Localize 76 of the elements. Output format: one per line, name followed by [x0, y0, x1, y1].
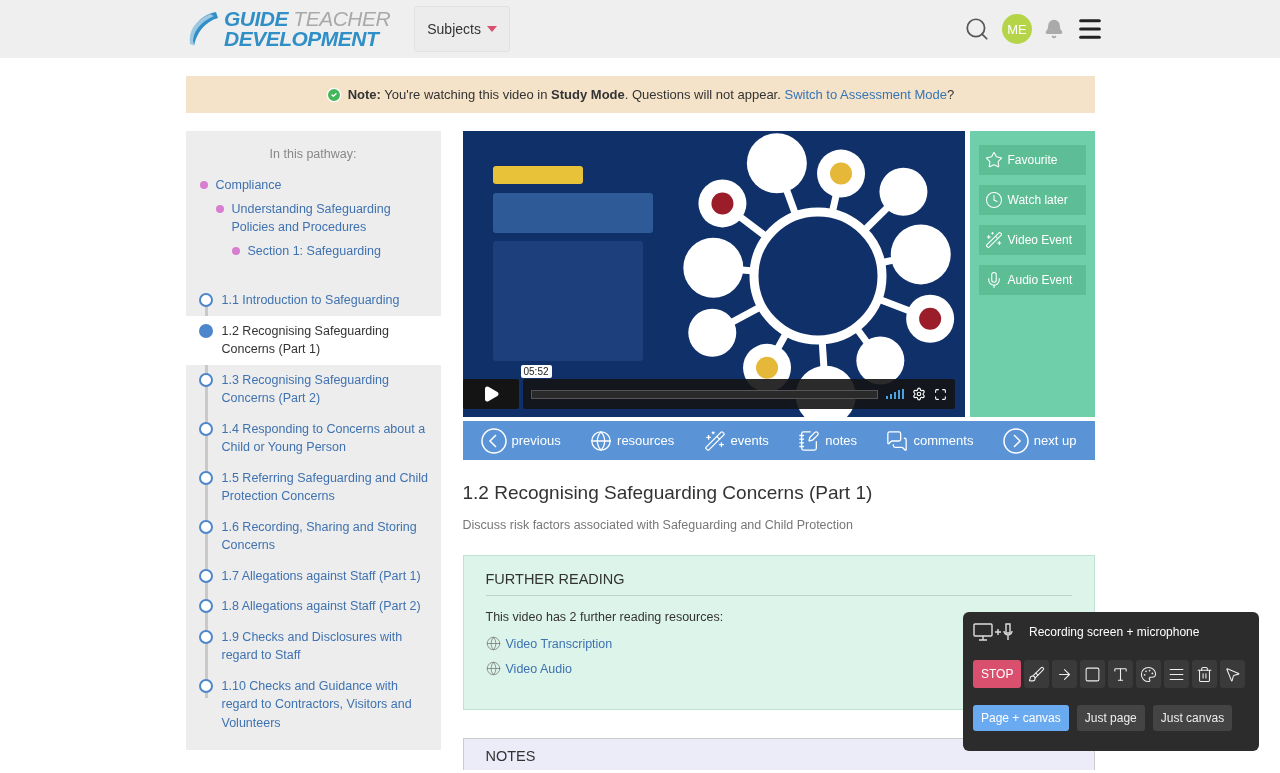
bullet-icon: [231, 247, 240, 255]
text-icon: [1112, 665, 1130, 683]
settings-icon[interactable]: [911, 387, 926, 401]
breadcrumb-link[interactable]: Section 1: Safeguarding: [247, 242, 408, 260]
video-action-button[interactable]: Video Event: [978, 225, 1086, 255]
lesson-link[interactable]: 1.8 Allegations against Staff (Part 2): [221, 597, 421, 616]
check-icon: [325, 86, 342, 103]
lesson-link[interactable]: 1.10 Checks and Guidance with regard to Contractors, Visitors and Volunteers: [221, 676, 429, 732]
recording-status: Recording screen + microphone: [1029, 625, 1200, 639]
capture-mode-button[interactable]: Page + canvas: [973, 705, 1069, 731]
video-nav-link[interactable]: next up: [1002, 427, 1077, 454]
arrow-tool-button[interactable]: [1052, 660, 1078, 688]
resource-link[interactable]: Video Audio: [485, 661, 572, 676]
stop-button[interactable]: STOP: [973, 660, 1022, 688]
capture-mode-button[interactable]: Just canvas: [1152, 705, 1233, 731]
brush-tool-button[interactable]: [1024, 660, 1050, 688]
wand-icon: [703, 429, 726, 452]
text-tool-button[interactable]: [1108, 660, 1134, 688]
progress-bar[interactable]: [530, 389, 878, 399]
lesson-link[interactable]: 1.3 Recognising Safeguarding Concerns (Part 2): [221, 370, 429, 408]
lesson-description: Discuss risk factors associated with Safeguarding and Child Protection: [462, 518, 854, 532]
globe-icon: [485, 636, 501, 651]
assessment-mode-link[interactable]: Switch to Assessment Mode: [784, 87, 948, 102]
lesson-link[interactable]: 1.7 Allegations against Staff (Part 1): [221, 566, 421, 585]
wand-icon: [984, 231, 1003, 249]
subjects-menu-button[interactable]: Subjects: [414, 6, 510, 52]
video-nav-link[interactable]: previous: [480, 427, 561, 454]
lesson-link[interactable]: 1.5 Referring Safeguarding and Child Protection Concerns: [221, 468, 429, 506]
lesson-link[interactable]: 1.9 Checks and Disclosures with regard to Staff: [221, 627, 429, 665]
breadcrumb-link[interactable]: Understanding Safeguarding Policies and Procedures: [231, 200, 392, 236]
bullet-icon: [215, 205, 224, 213]
video-time: 05:52: [520, 365, 552, 378]
logo-text[interactable]: GUIDE TEACHER DEVELOPMENT: [224, 9, 391, 49]
video-nav-link[interactable]: resources: [590, 429, 675, 452]
pointer-tool-button[interactable]: [1220, 660, 1246, 688]
globe-icon: [590, 429, 613, 452]
chevron-left-icon: [480, 427, 507, 454]
lesson-link[interactable]: 1.6 Recording, Sharing and Storing Concerns: [221, 517, 429, 555]
clock-icon: [984, 191, 1003, 209]
caret-icon: [486, 26, 497, 32]
further-reading-intro: This video has 2 further reading resources:: [485, 610, 725, 624]
video-nav-link[interactable]: comments: [886, 429, 974, 452]
breadcrumb-link[interactable]: Compliance: [215, 176, 376, 194]
section-heading: FURTHER READING: [485, 571, 1072, 596]
volume-icon[interactable]: [885, 389, 904, 399]
resource-link[interactable]: Video Transcription: [485, 636, 613, 651]
video-action-button[interactable]: Audio Event: [978, 265, 1086, 295]
search-icon[interactable]: [964, 16, 990, 42]
pointer-icon: [1224, 665, 1242, 683]
video-nav-link[interactable]: events: [703, 429, 769, 452]
play-button[interactable]: [462, 379, 519, 409]
bullet-icon: [199, 181, 208, 189]
capture-mode-button[interactable]: Just page: [1076, 705, 1145, 731]
star-icon: [984, 151, 1003, 169]
chat-icon: [886, 429, 909, 452]
chevron-right-icon: [1002, 427, 1029, 454]
palette-tool-button[interactable]: [1136, 660, 1162, 688]
notepad-icon: [798, 429, 821, 452]
fullscreen-icon[interactable]: [933, 387, 947, 401]
trash-icon: [1196, 665, 1214, 683]
lesson-title: 1.2 Recognising Safeguarding Concerns (Part 1): [462, 482, 874, 504]
trash-tool-button[interactable]: [1192, 660, 1218, 688]
lesson-link[interactable]: 1.1 Introduction to Safeguarding: [221, 291, 400, 310]
square-icon: [1084, 665, 1102, 683]
lesson-link[interactable]: 1.4 Responding to Concerns about a Child or Young Person: [221, 419, 429, 457]
notice-text: Note: You're watching this video in Study Mode. Questions will not appear. Switch to Assessment Mode?: [347, 87, 955, 102]
square-tool-button[interactable]: [1080, 660, 1106, 688]
palette-icon: [1140, 665, 1158, 683]
video-action-button[interactable]: Watch later: [978, 185, 1086, 215]
section-heading: NOTES: [485, 748, 537, 764]
video-nav-link[interactable]: notes: [798, 429, 858, 452]
brush-icon: [1028, 665, 1046, 683]
lines-tool-button[interactable]: [1164, 660, 1190, 688]
video-action-button[interactable]: Favourite: [978, 145, 1086, 175]
pathway-title: In this pathway:: [268, 147, 358, 161]
globe-icon: [485, 661, 501, 676]
